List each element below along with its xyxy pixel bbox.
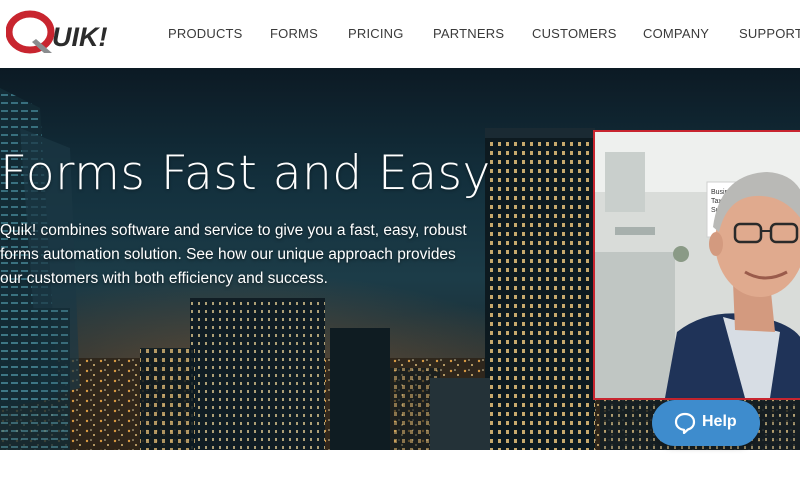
- presenter-video-frame: Busine Tax & Suppo: [595, 132, 800, 398]
- nav-item-forms[interactable]: FORMS: [270, 26, 318, 41]
- chat-bubble-icon: [674, 412, 696, 434]
- nav-item-company[interactable]: COMPANY: [643, 26, 709, 41]
- hero-video[interactable]: Busine Tax & Suppo: [593, 130, 800, 400]
- main-nav: PRODUCTS FORMS PRICING PARTNERS CUSTOMER…: [0, 0, 800, 68]
- help-button-label: Help: [702, 413, 737, 430]
- hero-title: Forms Fast and Easy: [0, 146, 491, 201]
- nav-item-partners[interactable]: PARTNERS: [433, 26, 504, 41]
- nav-item-pricing[interactable]: PRICING: [348, 26, 404, 41]
- site-header: UIK! PRODUCTS FORMS PRICING PARTNERS CUS…: [0, 0, 800, 68]
- nav-item-products[interactable]: PRODUCTS: [168, 26, 243, 41]
- hero-banner: Forms Fast and Easy Quik! combines softw…: [0, 68, 800, 450]
- hero-description: Quik! combines software and service to g…: [0, 222, 467, 287]
- help-button[interactable]: Help: [652, 400, 760, 446]
- nav-item-customers[interactable]: CUSTOMERS: [532, 26, 617, 41]
- nav-item-support[interactable]: SUPPORT: [739, 26, 800, 41]
- page: UIK! PRODUCTS FORMS PRICING PARTNERS CUS…: [0, 0, 800, 480]
- page-below-hero: [0, 450, 800, 480]
